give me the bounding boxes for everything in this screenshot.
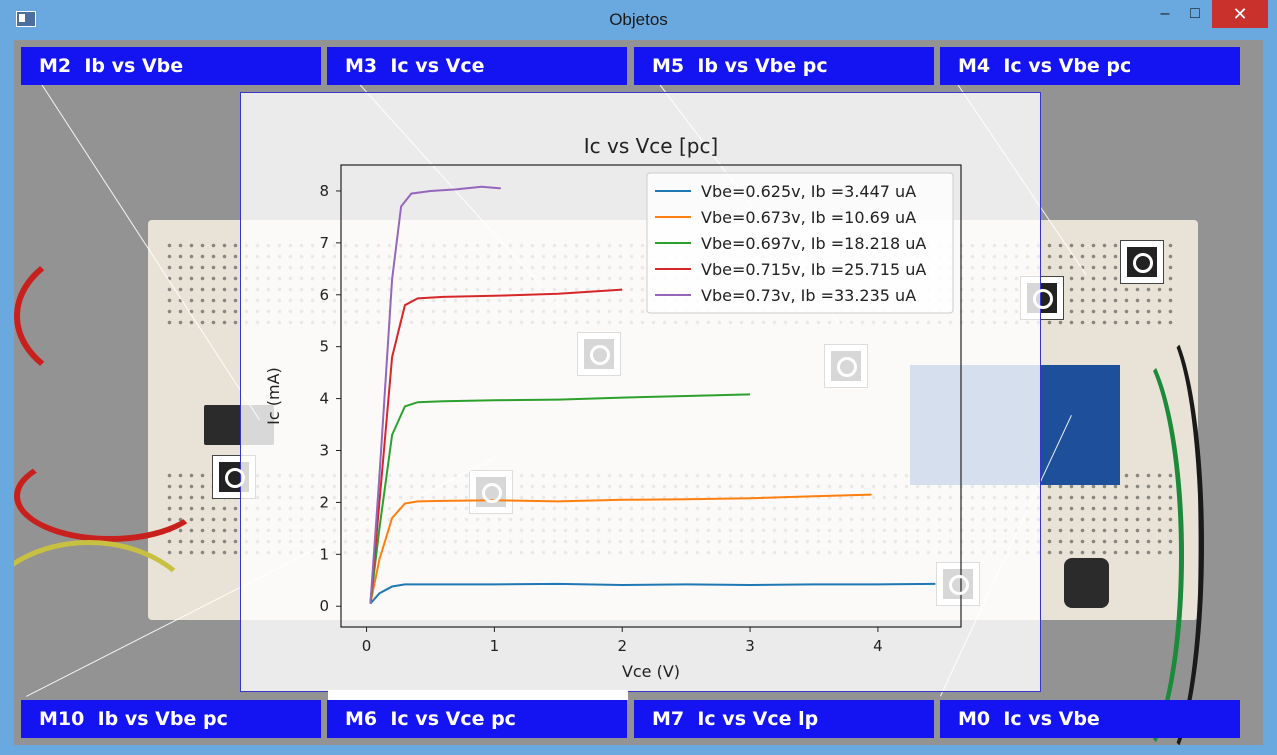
maximize-icon: □	[1190, 5, 1200, 22]
minimize-button[interactable]: –	[1150, 0, 1180, 28]
y-tick-label: 8	[319, 182, 329, 200]
x-tick-label: 1	[490, 637, 500, 655]
close-button[interactable]: ✕	[1212, 0, 1268, 28]
button-m7[interactable]: M7 Ic vs Vce lp	[634, 700, 934, 738]
button-m5[interactable]: M5 Ib vs Vbe pc	[634, 47, 934, 85]
legend-entry: Vbe=0.715v, Ib =25.715 uA	[701, 260, 926, 279]
button-m6[interactable]: M6 Ic vs Vce pc	[327, 700, 627, 738]
red-wire-image-2	[14, 450, 206, 542]
y-tick-label: 6	[319, 286, 329, 304]
button-m2[interactable]: M2 Ib vs Vbe	[21, 47, 321, 85]
legend-entry: Vbe=0.73v, Ib =33.235 uA	[701, 286, 916, 305]
legend-entry: Vbe=0.625v, Ib =3.447 uA	[701, 182, 916, 201]
y-tick-label: 7	[319, 234, 329, 252]
button-m3[interactable]: M3 Ic vs Vce	[327, 47, 627, 85]
button-m10[interactable]: M10 Ib vs Vbe pc	[21, 700, 321, 738]
series-line	[369, 493, 872, 604]
minimize-icon: –	[1160, 5, 1170, 22]
y-axis-label: Ic (mA)	[264, 367, 283, 425]
chart-title: Ic vs Vce [pc]	[584, 134, 719, 158]
series-line	[369, 185, 501, 604]
green-wire-image	[1074, 340, 1184, 745]
window-title: Objetos	[609, 10, 668, 29]
series-line	[369, 582, 936, 605]
chart-svg: Ic vs Vce [pc] Vce (V) Ic (mA) 0 1 2 3 4 0 1 2 3 4 5 6…	[264, 134, 962, 681]
y-tick-label: 0	[319, 597, 329, 615]
maximize-button[interactable]: □	[1180, 0, 1210, 28]
y-tick-label: 2	[319, 493, 329, 511]
x-tick-label: 4	[873, 637, 883, 655]
button-m0[interactable]: M0 Ic vs Vbe	[940, 700, 1240, 738]
red-wire-image	[14, 240, 226, 392]
x-axis-label: Vce (V)	[622, 662, 680, 681]
x-tick-label: 0	[362, 637, 372, 655]
y-tick-label: 3	[319, 442, 329, 460]
x-tick-label: 3	[745, 637, 755, 655]
legend-entry: Vbe=0.673v, Ib =10.69 uA	[701, 208, 916, 227]
plot-panel: Ic vs Vce [pc] Vce (V) Ic (mA) 0 1 2 3 4 0 1 2 3 4 5 6…	[240, 92, 1041, 692]
marker-m4b	[1120, 240, 1164, 284]
x-tick-label: 2	[617, 637, 627, 655]
close-icon: ✕	[1232, 3, 1248, 24]
white-strip	[328, 690, 628, 700]
y-tick-label: 4	[319, 390, 329, 408]
y-tick-label: 5	[319, 338, 329, 356]
y-tick-label: 1	[319, 545, 329, 563]
title-bar: Objetos – □ ✕	[0, 0, 1277, 40]
button-m4[interactable]: M4 Ic vs Vbe pc	[940, 47, 1240, 85]
capacitor-image	[1064, 558, 1109, 608]
series-line	[369, 288, 623, 604]
legend-entry: Vbe=0.697v, Ib =18.218 uA	[701, 234, 926, 253]
camera-view: Ic vs Vce [pc] Vce (V) Ic (mA) 0 1 2 3 4 0 1 2 3 4 5 6…	[14, 40, 1263, 745]
